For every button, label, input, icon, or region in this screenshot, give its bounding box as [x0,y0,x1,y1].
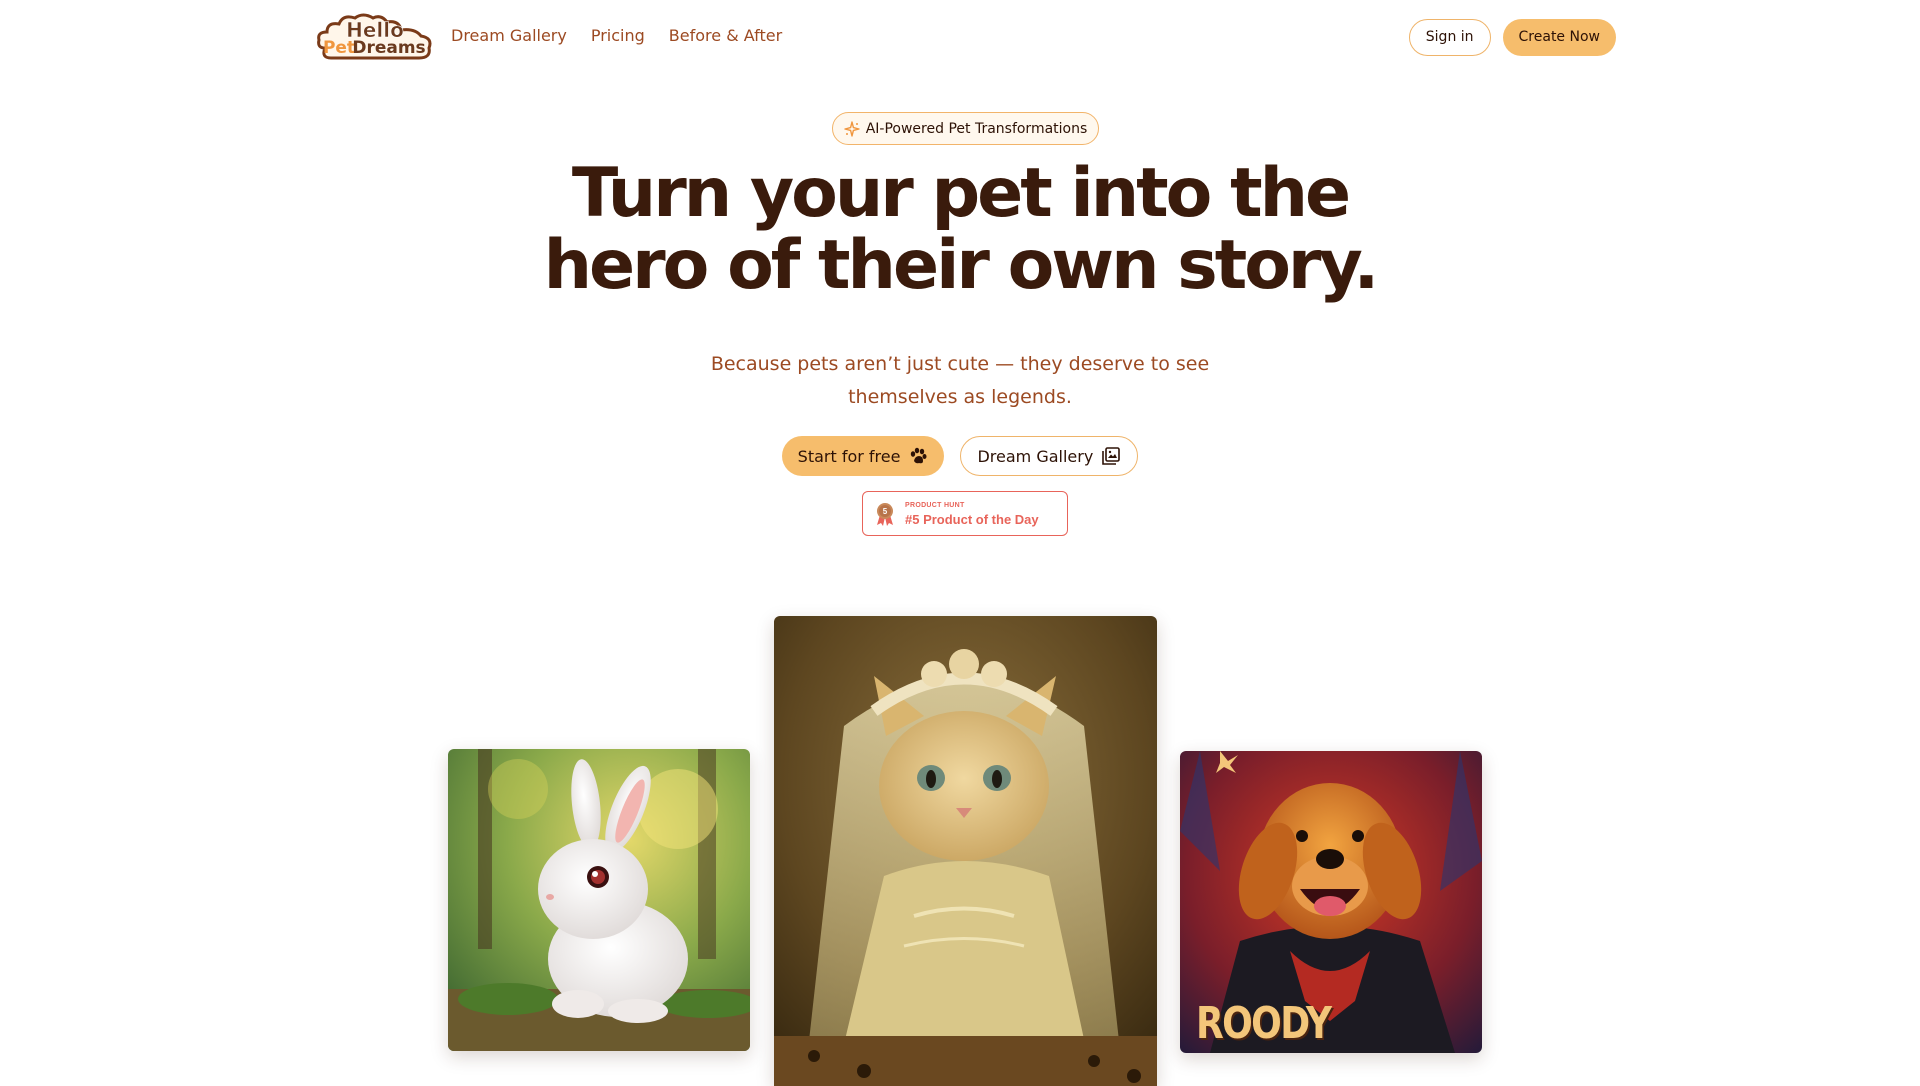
nav-link-pricing[interactable]: Pricing [591,24,645,48]
nav-actions: Sign in Create Now [1408,19,1616,56]
sign-in-button[interactable]: Sign in [1408,19,1491,56]
create-now-button[interactable]: Create Now [1502,19,1616,56]
headline-line-2: hero of their own story. [543,226,1380,305]
headline-line-1: Turn your pet into the [571,154,1351,233]
dog-name-caption: ROODY [1196,998,1332,1049]
svg-text:Dreams: Dreams [352,38,425,58]
svg-text:Pet: Pet [323,38,355,58]
ai-powered-badge: AI-Powered Pet Transformations [832,112,1099,145]
rockstar-dog-poster: ROODY [1180,751,1482,1053]
product-hunt-title: #5 Product of the Day [905,511,1039,527]
primary-nav: Dream Gallery Pricing Before & After [451,24,782,48]
nav-link-before-after[interactable]: Before & After [669,24,782,48]
sparkle-icon [844,120,860,137]
nav-link-dream-gallery[interactable]: Dream Gallery [451,24,567,48]
product-hunt-text: PRODUCT HUNT #5 Product of the Day [905,502,1039,526]
product-hunt-badge[interactable]: 5 PRODUCT HUNT #5 Product of the Day [862,491,1068,536]
ai-badge-label: AI-Powered Pet Transformations [865,120,1088,137]
product-hunt-label: PRODUCT HUNT [905,501,965,509]
dream-gallery-label: Dream Gallery [977,446,1094,466]
top-nav: Hello Pet Dreams Dream Gallery Pricing B… [0,0,1920,74]
subline-line-2: themselves as legends. [848,386,1072,408]
subline-line-1: Because pets aren’t just cute — they des… [710,353,1210,375]
hero-headline: Turn your pet into the hero of their own… [460,158,1460,302]
bride-cat-painting [774,616,1157,1086]
cta-buttons: Start for free Dream Gallery [0,436,1920,476]
start-for-free-label: Start for free [797,446,901,466]
gallery-icon [1101,446,1121,466]
medal-icon: 5 [875,501,895,527]
start-for-free-button[interactable]: Start for free [781,436,945,476]
dream-gallery-button[interactable]: Dream Gallery [960,436,1139,476]
hello-pet-dreams-logo[interactable]: Hello Pet Dreams [315,10,435,64]
svg-text:5: 5 [883,507,888,516]
paw-icon [908,446,928,466]
hero-subheadline: Because pets aren’t just cute — they des… [660,348,1260,414]
bunny-image [448,749,750,1051]
